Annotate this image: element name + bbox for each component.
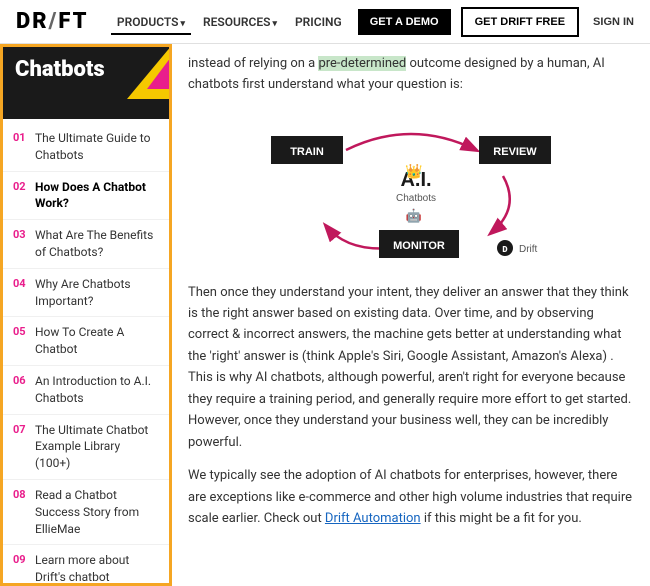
sidebar-item-num: 07 — [13, 423, 35, 436]
sidebar-item-5[interactable]: 05 How To Create A Chatbot — [3, 317, 169, 366]
nav-resources[interactable]: RESOURCES▾ — [197, 11, 283, 33]
nav-products[interactable]: PRODUCTS▾ — [111, 11, 191, 33]
svg-text:MONITOR: MONITOR — [393, 240, 445, 252]
body-paragraph-1: Then once they understand your intent, t… — [188, 282, 634, 454]
sidebar-item-num: 09 — [13, 553, 35, 566]
sidebar-item-label: Read a Chatbot Success Story from EllieM… — [35, 487, 157, 537]
site-header: DR/FT PRODUCTS▾ RESOURCES▾ PRICING GET A… — [0, 0, 650, 44]
sidebar-item-num: 05 — [13, 325, 35, 338]
chevron-down-icon: ▾ — [272, 19, 277, 29]
sidebar-items-list: 01 The Ultimate Guide to Chatbots 02 How… — [3, 119, 169, 586]
drift-automation-link[interactable]: Drift Automation — [325, 511, 421, 526]
svg-text:👑: 👑 — [405, 163, 422, 180]
sidebar-item-num: 08 — [13, 488, 35, 501]
main-layout: Chatbots 01 The Ultimate Guide to Chatbo… — [0, 44, 650, 586]
sidebar-item-9[interactable]: 09 Learn more about Drift's chatbot soft… — [3, 545, 169, 586]
sidebar-item-label: Why Are Chatbots Important? — [35, 276, 157, 310]
sidebar-title: Chatbots — [15, 57, 157, 82]
body2-after-text: if this might be a fit for you. — [421, 511, 582, 526]
sidebar-item-label: Learn more about Drift's chatbot softwar… — [35, 552, 157, 586]
sidebar-item-label: How To Create A Chatbot — [35, 324, 157, 358]
sidebar-item-1[interactable]: 01 The Ultimate Guide to Chatbots — [3, 123, 169, 172]
sidebar-item-label: The Ultimate Guide to Chatbots — [35, 130, 157, 164]
get-drift-free-button[interactable]: GET DRIFT FREE — [461, 7, 579, 37]
sidebar-item-label: The Ultimate Chatbot Example Library (10… — [35, 422, 157, 472]
ai-diagram-container: TRAIN REVIEW MONITOR A.I. Chatbots 👑 🤖 — [188, 108, 634, 268]
diagram-svg: TRAIN REVIEW MONITOR A.I. Chatbots 👑 🤖 — [251, 108, 571, 268]
svg-text:🤖: 🤖 — [406, 208, 422, 224]
get-demo-button[interactable]: GET A DEMO — [358, 9, 451, 35]
svg-text:REVIEW: REVIEW — [493, 146, 537, 158]
sidebar-item-num: 06 — [13, 374, 35, 387]
highlighted-text: pre-determined — [318, 56, 406, 71]
sidebar-item-num: 04 — [13, 277, 35, 290]
sidebar-item-num: 03 — [13, 228, 35, 241]
sidebar: Chatbots 01 The Ultimate Guide to Chatbo… — [0, 44, 172, 586]
sidebar-item-num: 01 — [13, 131, 35, 144]
sidebar-item-label: An Introduction to A.I. Chatbots — [35, 373, 157, 407]
sidebar-item-7[interactable]: 07 The Ultimate Chatbot Example Library … — [3, 415, 169, 480]
svg-text:TRAIN: TRAIN — [290, 146, 324, 158]
sidebar-item-8[interactable]: 08 Read a Chatbot Success Story from Ell… — [3, 480, 169, 545]
main-content: instead of relying on a pre-determined o… — [172, 44, 650, 586]
sidebar-item-3[interactable]: 03 What Are The Benefits of Chatbots? — [3, 220, 169, 269]
sidebar-item-label: How Does A Chatbot Work? — [35, 179, 157, 213]
nav-pricing[interactable]: PRICING — [289, 11, 348, 33]
intro-paragraph: instead of relying on a pre-determined o… — [188, 54, 634, 96]
sidebar-item-4[interactable]: 04 Why Are Chatbots Important? — [3, 269, 169, 318]
sidebar-item-label: What Are The Benefits of Chatbots? — [35, 227, 157, 261]
svg-text:D: D — [502, 245, 507, 254]
svg-text:Drift: Drift — [519, 244, 538, 255]
sidebar-item-num: 02 — [13, 180, 35, 193]
chevron-down-icon: ▾ — [180, 19, 185, 29]
body-paragraph-2: We typically see the adoption of AI chat… — [188, 465, 634, 529]
site-logo[interactable]: DR/FT — [16, 9, 88, 34]
svg-text:Chatbots: Chatbots — [396, 193, 436, 204]
sidebar-item-6[interactable]: 06 An Introduction to A.I. Chatbots — [3, 366, 169, 415]
sign-in-button[interactable]: SIGN IN — [593, 16, 634, 28]
sidebar-header: Chatbots — [3, 47, 169, 119]
ai-cycle-diagram: TRAIN REVIEW MONITOR A.I. Chatbots 👑 🤖 — [251, 108, 571, 268]
sidebar-item-2[interactable]: 02 How Does A Chatbot Work? — [3, 172, 169, 221]
main-nav: PRODUCTS▾ RESOURCES▾ PRICING GET A DEMO … — [111, 7, 634, 37]
